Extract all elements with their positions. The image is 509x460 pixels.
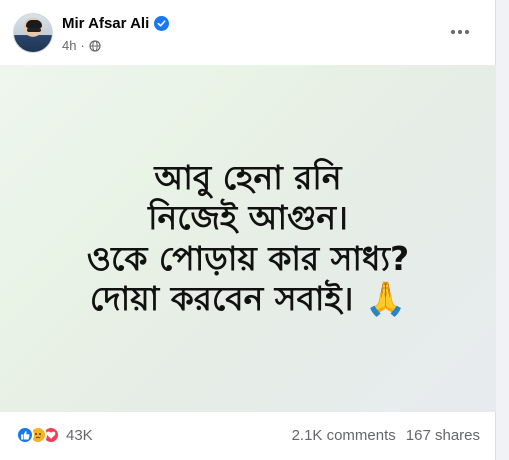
post-meta: 4h · [62, 38, 101, 53]
comments-count-link[interactable]: 2.1K comments [292, 427, 396, 444]
author-avatar[interactable] [13, 13, 53, 53]
post-header: Mir Afsar Ali 4h · [0, 0, 496, 64]
meta-separator: · [80, 38, 85, 53]
post-card: Mir Afsar Ali 4h · আবু হেনা রনি নিজেই আগ… [0, 0, 496, 460]
shares-count-link[interactable]: 167 shares [406, 427, 480, 444]
like-icon [16, 426, 34, 444]
reactions-summary[interactable]: 43K [16, 426, 93, 444]
post-footer: 43K 2.1K comments 167 shares [0, 412, 496, 460]
post-body-text: আবু হেনা রনি নিজেই আগুন। ওকে পোড়ায় কার… [86, 158, 410, 318]
verified-badge-icon [154, 16, 170, 31]
avatar-hair [26, 20, 42, 28]
engagement-stats: 2.1K comments 167 shares [292, 427, 480, 444]
post-text-image[interactable]: আবু হেনা রনি নিজেই আগুন। ওকে পোড়ায় কার… [0, 65, 496, 412]
reaction-count: 43K [66, 426, 93, 444]
post-timestamp[interactable]: 4h [62, 38, 76, 53]
author-row: Mir Afsar Ali [62, 15, 170, 32]
globe-icon[interactable] [89, 39, 101, 52]
more-options-icon[interactable] [448, 22, 472, 42]
author-name[interactable]: Mir Afsar Ali [62, 15, 149, 32]
avatar-glasses [27, 28, 41, 32]
